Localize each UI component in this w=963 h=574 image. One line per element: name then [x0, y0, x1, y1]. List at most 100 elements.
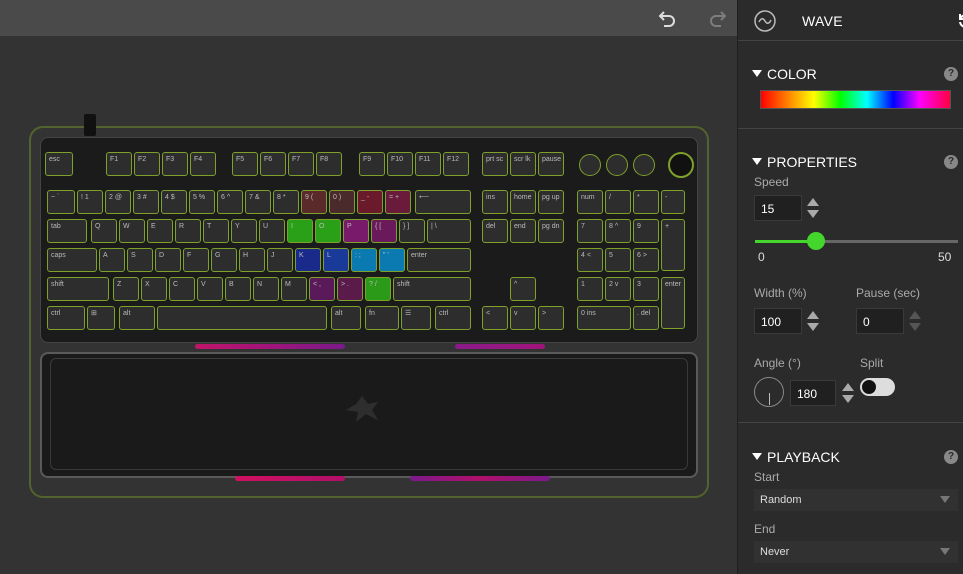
- color-help-icon[interactable]: ?: [944, 67, 958, 81]
- wrist-rest[interactable]: [40, 352, 698, 478]
- speed-stepper[interactable]: [807, 198, 819, 220]
- key[interactable]: Y: [231, 219, 257, 243]
- key[interactable]: shift: [47, 277, 109, 301]
- playback-section-toggle[interactable]: PLAYBACK: [752, 449, 840, 467]
- key[interactable]: T: [203, 219, 229, 243]
- key[interactable]: O: [315, 219, 341, 243]
- key[interactable]: ⊞: [87, 306, 115, 330]
- media-key[interactable]: [606, 154, 628, 176]
- key[interactable]: 7 &: [245, 190, 271, 214]
- key[interactable]: pg dn: [538, 219, 564, 243]
- key[interactable]: = +: [385, 190, 411, 214]
- key[interactable]: alt: [331, 306, 361, 330]
- split-toggle[interactable]: [860, 378, 895, 396]
- pause-stepper[interactable]: [909, 311, 921, 333]
- key[interactable]: ctrl: [435, 306, 471, 330]
- key[interactable]: 6 >: [633, 248, 659, 272]
- key[interactable]: F5: [232, 152, 258, 176]
- media-key[interactable]: [633, 154, 655, 176]
- media-key[interactable]: [579, 154, 601, 176]
- reset-icon[interactable]: [956, 11, 963, 29]
- key[interactable]: V: [197, 277, 223, 301]
- key[interactable]: F11: [415, 152, 441, 176]
- key[interactable]: 7: [577, 219, 603, 243]
- key[interactable]: " ': [379, 248, 405, 272]
- key[interactable]: del: [482, 219, 508, 243]
- key[interactable]: 1: [577, 277, 603, 301]
- playback-help-icon[interactable]: ?: [944, 450, 958, 464]
- key[interactable]: F1: [106, 152, 132, 176]
- key[interactable]: 9 (: [301, 190, 327, 214]
- key[interactable]: L: [323, 248, 349, 272]
- key[interactable]: caps: [47, 248, 97, 272]
- key[interactable]: [157, 306, 327, 330]
- width-stepper[interactable]: [807, 311, 819, 333]
- angle-stepper[interactable]: [842, 383, 854, 405]
- key[interactable]: F9: [359, 152, 385, 176]
- key[interactable]: N: [253, 277, 279, 301]
- key[interactable]: S: [127, 248, 153, 272]
- key[interactable]: 5: [605, 248, 631, 272]
- key[interactable]: . del: [633, 306, 659, 330]
- key[interactable]: ⟵: [415, 190, 471, 214]
- redo-button[interactable]: [705, 6, 729, 30]
- key[interactable]: +: [661, 219, 685, 271]
- start-dropdown[interactable]: Random: [754, 489, 958, 511]
- key[interactable]: X: [141, 277, 167, 301]
- key[interactable]: E: [147, 219, 173, 243]
- undo-button[interactable]: [656, 6, 680, 30]
- key[interactable]: enter: [407, 248, 471, 272]
- key[interactable]: C: [169, 277, 195, 301]
- volume-dial[interactable]: [668, 152, 694, 178]
- width-input[interactable]: 100: [754, 308, 802, 334]
- key[interactable]: 3 #: [133, 190, 159, 214]
- key[interactable]: 2 @: [105, 190, 131, 214]
- key[interactable]: H: [239, 248, 265, 272]
- key[interactable]: R: [175, 219, 201, 243]
- key[interactable]: F8: [316, 152, 342, 176]
- key[interactable]: ~ `: [47, 190, 75, 214]
- key[interactable]: tab: [47, 219, 87, 243]
- key[interactable]: *: [633, 190, 659, 214]
- key[interactable]: F4: [190, 152, 216, 176]
- key[interactable]: 6 ^: [217, 190, 243, 214]
- key[interactable]: P: [343, 219, 369, 243]
- properties-help-icon[interactable]: ?: [944, 155, 958, 169]
- key[interactable]: A: [99, 248, 125, 272]
- color-section-toggle[interactable]: COLOR: [752, 66, 817, 84]
- key[interactable]: 0 ins: [577, 306, 631, 330]
- key[interactable]: 4 $: [161, 190, 187, 214]
- key[interactable]: 8 *: [273, 190, 299, 214]
- key[interactable]: enter: [661, 277, 685, 329]
- key[interactable]: home: [510, 190, 536, 214]
- key[interactable]: D: [155, 248, 181, 272]
- key[interactable]: 8 ^: [605, 219, 631, 243]
- key[interactable]: Z: [113, 277, 139, 301]
- angle-dial[interactable]: [754, 377, 784, 407]
- angle-input[interactable]: 180: [790, 380, 836, 406]
- key[interactable]: W: [119, 219, 145, 243]
- key[interactable]: v: [510, 306, 536, 330]
- key[interactable]: 3: [633, 277, 659, 301]
- key[interactable]: F7: [288, 152, 314, 176]
- key[interactable]: M: [281, 277, 307, 301]
- pause-input[interactable]: 0: [856, 308, 904, 334]
- key[interactable]: pg up: [538, 190, 564, 214]
- key[interactable]: num: [577, 190, 603, 214]
- key[interactable]: F: [183, 248, 209, 272]
- key[interactable]: 0 ): [329, 190, 355, 214]
- key[interactable]: >: [538, 306, 564, 330]
- end-dropdown[interactable]: Never: [754, 541, 958, 563]
- key[interactable]: F3: [162, 152, 188, 176]
- key[interactable]: ☰: [401, 306, 431, 330]
- speed-slider-thumb[interactable]: [806, 232, 825, 250]
- speed-input[interactable]: 15: [754, 195, 802, 221]
- key[interactable]: > .: [337, 277, 363, 301]
- key[interactable]: ^: [510, 277, 536, 301]
- key[interactable]: 2 v: [605, 277, 631, 301]
- key[interactable]: ? /: [365, 277, 391, 301]
- key[interactable]: /: [605, 190, 631, 214]
- key[interactable]: fn: [365, 306, 399, 330]
- key[interactable]: K: [295, 248, 321, 272]
- key[interactable]: 5 %: [189, 190, 215, 214]
